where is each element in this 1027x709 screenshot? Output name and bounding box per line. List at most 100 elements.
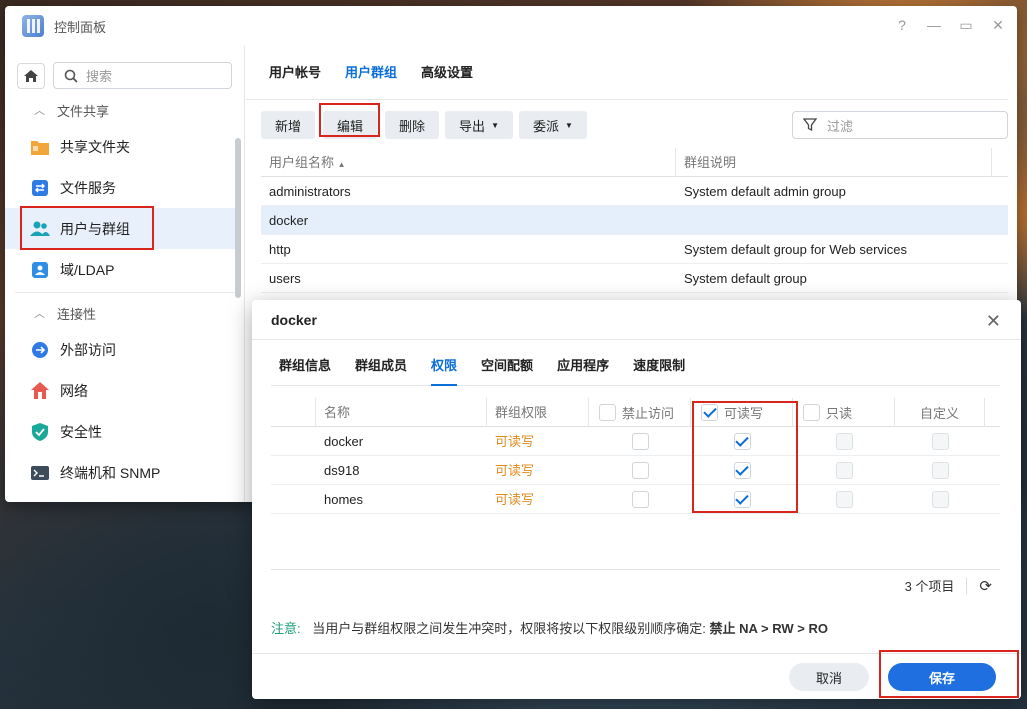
select-all-no-access-checkbox[interactable] — [599, 403, 616, 421]
maximize-icon[interactable]: ▭ — [957, 16, 975, 34]
custom-checkbox[interactable] — [931, 490, 949, 508]
table-row[interactable]: administrators System default admin grou… — [261, 177, 1008, 206]
custom-checkbox[interactable] — [931, 432, 949, 450]
column-header-read-only: 只读 — [793, 397, 895, 427]
column-header-group-name[interactable]: 用户组名称 ▲ — [261, 147, 676, 177]
filter-icon — [803, 118, 817, 132]
column-header-custom[interactable]: 自定义 — [895, 397, 985, 427]
table-row[interactable]: homes 可读写 — [271, 485, 1000, 514]
section-label: 连接性 — [57, 306, 97, 322]
sidebar-search-input[interactable]: 搜索 — [53, 62, 232, 89]
minimize-icon[interactable]: — — [925, 16, 943, 34]
tab-group-members[interactable]: 群组成员 — [355, 340, 407, 386]
tab-user-accounts[interactable]: 用户帐号 — [269, 46, 321, 100]
table-row[interactable]: docker — [261, 206, 1008, 235]
export-label: 导出 — [459, 118, 486, 134]
close-icon[interactable]: ✕ — [986, 311, 1001, 332]
sidebar-scrollbar[interactable] — [235, 138, 241, 298]
column-header-read-write: 可读写 — [691, 397, 793, 427]
title-bar: 控制面板 ? — ▭ ✕ — [5, 6, 1017, 46]
tab-applications[interactable]: 应用程序 — [557, 340, 609, 386]
tab-speed-limit[interactable]: 速度限制 — [633, 340, 685, 386]
row-group-name: http — [269, 241, 291, 257]
domain-ldap-icon — [30, 260, 50, 280]
table-row[interactable]: docker 可读写 — [271, 427, 1000, 456]
column-header-name[interactable]: 名称 — [316, 397, 487, 427]
sidebar-item-users-groups[interactable]: 用户与群组 — [5, 208, 236, 249]
table-row[interactable]: ds918 可读写 — [271, 456, 1000, 485]
caret-down-icon: ▼ — [565, 120, 573, 130]
main-tabs: 用户帐号 用户群组 高级设置 — [246, 46, 1008, 100]
refresh-icon[interactable]: ⟳ — [979, 577, 992, 595]
close-icon[interactable]: ✕ — [989, 16, 1007, 34]
sidebar-item-network[interactable]: 网络 — [5, 370, 236, 411]
no-access-checkbox[interactable] — [631, 432, 649, 450]
read-only-checkbox[interactable] — [835, 490, 853, 508]
column-header-no-access: 禁止访问 — [589, 397, 691, 427]
delete-button[interactable]: 删除 — [385, 111, 440, 139]
dialog-title: docker — [252, 300, 1021, 340]
permissions-table: 名称 群组权限 禁止访问 可读写 只读 自定义 docker 可读写 ds918… — [271, 397, 1000, 514]
custom-checkbox[interactable] — [931, 461, 949, 479]
row-group-name: users — [269, 270, 301, 286]
tab-quota[interactable]: 空间配额 — [481, 340, 533, 386]
no-access-checkbox[interactable] — [631, 461, 649, 479]
sidebar-divider — [15, 292, 234, 293]
search-icon — [64, 69, 78, 83]
network-icon — [30, 381, 50, 401]
table-footer: 3 个项目 ⟳ — [271, 569, 1000, 601]
delegate-button[interactable]: 委派 ▼ — [518, 111, 587, 139]
note-label: 注意: — [271, 621, 301, 636]
sidebar-item-label: 安全性 — [60, 423, 102, 440]
header-label: 只读 — [826, 405, 853, 421]
section-file-sharing[interactable]: ︿ 文件共享 — [5, 94, 244, 126]
section-connectivity[interactable]: ︿ 连接性 — [5, 297, 244, 329]
sidebar-item-label: 终端机和 SNMP — [60, 464, 161, 481]
row-group-perm: 可读写 — [495, 433, 535, 449]
sidebar-item-security[interactable]: 安全性 — [5, 411, 236, 452]
tab-group-info[interactable]: 群组信息 — [279, 340, 331, 386]
save-button[interactable]: 保存 — [888, 663, 996, 691]
dialog-tabs: 群组信息 群组成员 权限 空间配额 应用程序 速度限制 — [271, 340, 1000, 386]
home-button[interactable] — [17, 62, 45, 89]
select-all-read-write-checkbox[interactable] — [701, 403, 718, 421]
row-group-desc: System default admin group — [684, 183, 846, 199]
groups-table: 用户组名称 ▲ 群组说明 administrators System defau… — [261, 147, 1008, 293]
users-groups-icon — [30, 219, 50, 239]
create-button[interactable]: 新增 — [261, 111, 316, 139]
select-all-read-only-checkbox[interactable] — [803, 403, 820, 421]
export-button[interactable]: 导出 ▼ — [445, 111, 513, 139]
shared-folder-icon — [30, 137, 50, 157]
sidebar-item-domain-ldap[interactable]: 域/LDAP — [5, 249, 236, 290]
tab-user-groups[interactable]: 用户群组 — [345, 46, 397, 100]
column-header-group-perm[interactable]: 群组权限 — [487, 397, 589, 427]
table-row[interactable]: users System default group — [261, 264, 1008, 293]
sidebar-item-label: 网络 — [60, 382, 88, 399]
read-only-checkbox[interactable] — [835, 432, 853, 450]
tab-permissions[interactable]: 权限 — [431, 340, 458, 386]
read-write-checkbox[interactable] — [733, 461, 751, 479]
sidebar-item-external-access[interactable]: 外部访问 — [5, 329, 236, 370]
sidebar-item-terminal-snmp[interactable]: 终端机和 SNMP — [5, 452, 236, 493]
cancel-button[interactable]: 取消 — [789, 663, 869, 691]
header-spacer — [271, 397, 316, 427]
no-access-checkbox[interactable] — [631, 490, 649, 508]
help-icon[interactable]: ? — [893, 16, 911, 34]
read-only-checkbox[interactable] — [835, 461, 853, 479]
sidebar-item-shared-folder[interactable]: 共享文件夹 — [5, 126, 236, 167]
tab-advanced[interactable]: 高级设置 — [421, 46, 473, 100]
sidebar-item-label: 文件服务 — [60, 179, 116, 196]
row-name: ds918 — [324, 462, 360, 478]
search-placeholder: 搜索 — [86, 69, 113, 84]
sidebar-item-file-services[interactable]: 文件服务 — [5, 167, 236, 208]
read-write-checkbox[interactable] — [733, 490, 751, 508]
row-group-name: administrators — [269, 183, 351, 199]
column-header-description[interactable]: 群组说明 — [676, 147, 992, 177]
table-row[interactable]: http System default group for Web servic… — [261, 235, 1008, 264]
row-name: homes — [324, 491, 364, 507]
edit-button[interactable]: 编辑 — [323, 111, 378, 139]
read-write-checkbox[interactable] — [733, 432, 751, 450]
row-group-perm: 可读写 — [495, 462, 535, 478]
filter-input[interactable]: 过滤 — [792, 111, 1008, 139]
sort-asc-icon: ▲ — [337, 159, 346, 169]
